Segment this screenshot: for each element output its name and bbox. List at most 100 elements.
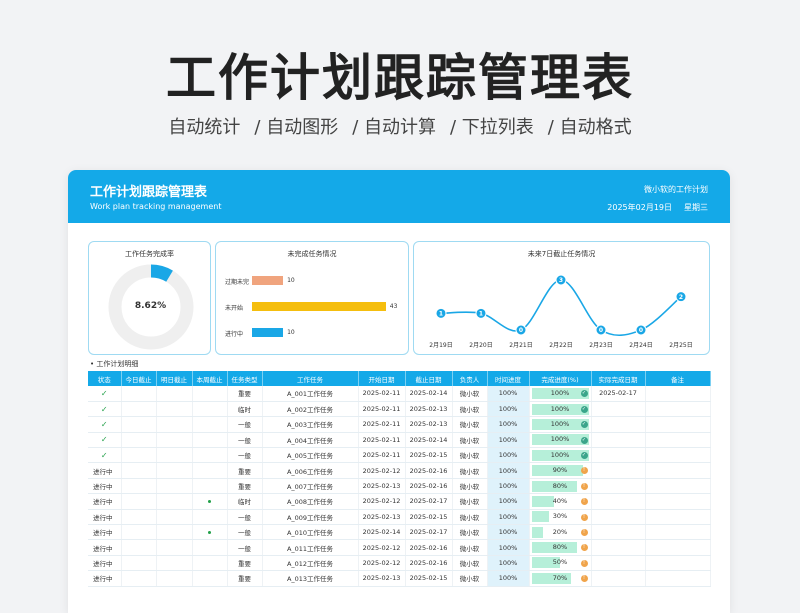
owner-cell: 微小软	[452, 401, 488, 418]
date-line: 2025年02月19日 星期三	[607, 202, 708, 213]
table-row[interactable]: 进行中 一般 A_010工作任务 2025-02-14 2025-02-17 微小软 100…	[88, 524, 711, 541]
column-header[interactable]: 任务类型	[227, 371, 263, 386]
completion-cell: 50%!	[529, 555, 592, 572]
table-row[interactable]: 进行中 临时 A_008工作任务 2025-02-12 2025-02-17 微小软 100…	[88, 493, 711, 510]
owner-cell: 微小软	[452, 462, 488, 479]
data-label: 2	[679, 294, 683, 301]
table-row[interactable]: 进行中 重要 A_013工作任务 2025-02-13 2025-02-15 微小软 100…	[88, 570, 711, 587]
start-date-cell: 2025-02-12	[358, 493, 406, 510]
dashboard-card: 工作计划跟踪管理表 Work plan tracking management …	[68, 170, 730, 613]
task-type-cell: 重要	[227, 570, 263, 587]
task-type-cell: 重要	[227, 555, 263, 572]
progress-text: 100%	[550, 450, 570, 459]
actual-date-cell	[591, 555, 646, 572]
table-row[interactable]: ✓ 一般 A_003工作任务 2025-02-11 2025-02-13 微小软 100% 1…	[88, 416, 711, 433]
week-due-cell	[192, 555, 228, 572]
today-due-cell	[121, 462, 157, 479]
status-cell: 进行中	[88, 493, 122, 510]
warning-icon: !	[580, 544, 588, 552]
column-header[interactable]: 工作任务	[262, 371, 359, 386]
remark-cell	[645, 493, 711, 510]
task-name-cell: A_001工作任务	[262, 386, 359, 402]
week-due-cell	[192, 432, 228, 449]
remark-cell	[645, 524, 711, 541]
start-date-cell: 2025-02-11	[358, 447, 406, 464]
current-date: 2025年02月19日	[607, 203, 672, 212]
table-row[interactable]: 进行中 一般 A_011工作任务 2025-02-12 2025-02-16 微小软 100…	[88, 539, 711, 556]
actual-date-cell	[591, 509, 646, 526]
progress-text: 80%	[552, 543, 568, 552]
column-header[interactable]: 状态	[88, 371, 122, 386]
tomorrow-due-cell	[156, 509, 193, 526]
column-header[interactable]: 今日截止	[121, 371, 157, 386]
table-row[interactable]: 进行中 重要 A_006工作任务 2025-02-12 2025-02-16 微小软 100…	[88, 462, 711, 479]
column-header[interactable]: 实际完成日期	[591, 371, 646, 386]
column-header[interactable]: 负责人	[452, 371, 488, 386]
table-row[interactable]: 进行中 重要 A_007工作任务 2025-02-13 2025-02-16 微小软 100…	[88, 478, 711, 495]
column-header[interactable]: 完成进度(%)	[529, 371, 592, 386]
today-due-cell	[121, 524, 157, 541]
start-date-cell: 2025-02-11	[358, 401, 406, 418]
status-cell: 进行中	[88, 524, 122, 541]
task-name-cell: A_011工作任务	[262, 539, 359, 556]
done-icon: ✓	[580, 421, 588, 429]
upcoming-deadlines-panel: 未来7日截止任务情况 1 2月19日 1 2月20日 0 2月21日 3 2月22日 0 2月23…	[413, 241, 710, 355]
data-label: 0	[519, 327, 523, 334]
check-icon: ✓	[100, 435, 108, 445]
column-header[interactable]: 截止日期	[405, 371, 453, 386]
actual-date-cell: 2025-02-17	[591, 386, 646, 402]
task-type-cell: 重要	[227, 478, 263, 495]
bar	[252, 328, 284, 337]
remark-cell	[645, 555, 711, 572]
progress-text: 30%	[552, 512, 568, 521]
task-table: 状态 今日截止 明日截止 本周截止 任务类型 工作任务 开始日期 截止日期 负责人 时间进度 完成进…	[88, 371, 711, 587]
start-date-cell: 2025-02-13	[358, 570, 406, 587]
x-tick-label: 2月24日	[629, 342, 652, 349]
column-header[interactable]: 备注	[645, 371, 711, 386]
data-label: 1	[479, 311, 483, 318]
start-date-cell: 2025-02-12	[358, 539, 406, 556]
today-due-cell	[121, 493, 157, 510]
remark-cell	[645, 570, 711, 587]
task-name-cell: A_006工作任务	[262, 462, 359, 479]
x-tick-label: 2月19日	[429, 342, 452, 349]
table-row[interactable]: ✓ 重要 A_001工作任务 2025-02-11 2025-02-14 微小软 100% 1…	[88, 386, 711, 402]
completion-progress-bar: 100%	[531, 403, 589, 415]
today-due-cell	[121, 386, 157, 402]
data-label: 0	[639, 327, 643, 334]
table-row[interactable]: ✓ 临时 A_002工作任务 2025-02-11 2025-02-13 微小软 100% 1…	[88, 401, 711, 418]
data-label: 1	[439, 311, 443, 318]
column-header[interactable]: 时间进度	[487, 371, 530, 386]
table-row[interactable]: 进行中 重要 A_012工作任务 2025-02-12 2025-02-16 微小软 100…	[88, 555, 711, 572]
table-row[interactable]: ✓ 一般 A_004工作任务 2025-02-11 2025-02-14 微小软 100% 1…	[88, 432, 711, 449]
column-header[interactable]: 本周截止	[192, 371, 228, 386]
donut-slice-completed	[150, 264, 173, 282]
time-progress-cell: 100%	[487, 524, 530, 541]
owner-cell: 微小软	[452, 386, 488, 402]
actual-date-cell	[591, 478, 646, 495]
time-progress-cell: 100%	[487, 478, 530, 495]
time-progress-cell: 100%	[487, 447, 530, 464]
remark-cell	[645, 478, 711, 495]
section-label: • 工作计划明细	[90, 360, 139, 368]
bar-category-label: 进行中	[225, 331, 244, 338]
task-name-cell: A_013工作任务	[262, 570, 359, 587]
column-header[interactable]: 开始日期	[358, 371, 406, 386]
completion-cell: 80%!	[529, 478, 592, 495]
today-due-cell	[121, 555, 157, 572]
progress-text: 70%	[552, 573, 568, 582]
table-row[interactable]: ✓ 一般 A_005工作任务 2025-02-11 2025-02-15 微小软 100% 1…	[88, 447, 711, 464]
tomorrow-due-cell	[156, 555, 193, 572]
task-type-cell: 一般	[227, 524, 263, 541]
actual-date-cell	[591, 416, 646, 433]
owner-cell: 微小软	[452, 416, 488, 433]
task-type-cell: 一般	[227, 432, 263, 449]
completion-progress-bar: 30%	[531, 511, 589, 523]
task-name-cell: A_003工作任务	[262, 416, 359, 433]
start-date-cell: 2025-02-12	[358, 555, 406, 572]
task-name-cell: A_009工作任务	[262, 509, 359, 526]
table-row[interactable]: 进行中 一般 A_009工作任务 2025-02-13 2025-02-15 微小软 100…	[88, 509, 711, 526]
column-header[interactable]: 明日截止	[156, 371, 193, 386]
tomorrow-due-cell	[156, 493, 193, 510]
tomorrow-due-cell	[156, 539, 193, 556]
